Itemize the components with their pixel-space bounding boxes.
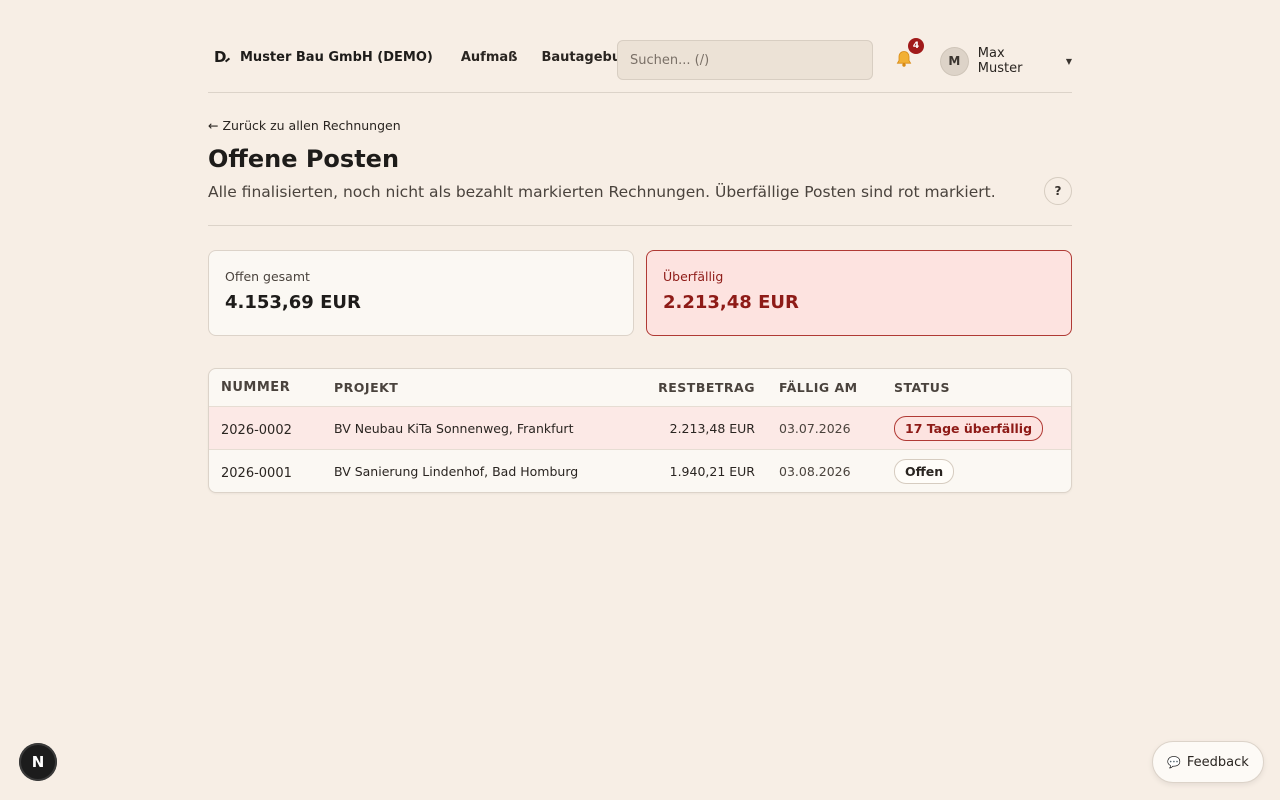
invoice-project: BV Sanierung Lindenhof, Bad Homburg xyxy=(334,463,579,479)
invoice-status: 17 Tage überfällig xyxy=(894,407,1044,449)
column-header-status: STATUS xyxy=(894,380,950,395)
user-menu[interactable]: M Max Muster ▼ xyxy=(940,46,1072,76)
invoice-amount: 2.213,48 EUR xyxy=(669,420,755,436)
table-row[interactable]: 2026-0002 BV Neubau KiTa Sonnenweg, Fran… xyxy=(209,406,1071,449)
nav-item-aufmass[interactable]: Aufmaß xyxy=(461,50,518,65)
column-header-due: FÄLLIG AM xyxy=(779,380,858,395)
search-input[interactable] xyxy=(617,40,873,80)
open-total-label: Offen gesamt xyxy=(225,269,310,284)
dev-tools-button[interactable]: N xyxy=(19,743,57,781)
table-header-row: NUMMER PROJEKT RESTBETRAG FÄLLIG AM STAT… xyxy=(209,369,1071,406)
page-subtitle: Alle finalisierten, noch nicht als bezah… xyxy=(208,183,996,201)
table-row[interactable]: 2026-0001 BV Sanierung Lindenhof, Bad Ho… xyxy=(209,449,1071,492)
page-title: Offene Posten xyxy=(208,145,400,173)
column-header-project: PROJEKT xyxy=(334,380,399,395)
top-header: D Muster Bau GmbH (DEMO) Aufmaß Bautageb… xyxy=(208,28,1072,93)
back-link[interactable]: ← Zurück zu allen Rechnungen xyxy=(208,118,401,133)
chevron-down-icon: ▼ xyxy=(1065,56,1072,66)
column-header-amount: RESTBETRAG xyxy=(658,380,755,395)
overdue-total-value: 2.213,48 EUR xyxy=(663,292,799,313)
status-badge-overdue: 17 Tage überfällig xyxy=(894,415,1044,441)
invoice-due-date: 03.07.2026 xyxy=(779,420,851,436)
user-name: Max Muster xyxy=(977,46,1023,76)
invoice-project: BV Neubau KiTa Sonnenweg, Frankfurt xyxy=(334,420,574,436)
invoice-status: Offen xyxy=(894,450,955,492)
status-badge-open: Offen xyxy=(894,458,955,484)
feedback-label: Feedback xyxy=(1186,754,1249,770)
overdue-total-card: Überfällig 2.213,48 EUR xyxy=(646,250,1072,336)
invoice-amount: 1.940,21 EUR xyxy=(669,463,755,479)
invoice-number: 2026-0001 xyxy=(221,465,292,481)
page-root: D Muster Bau GmbH (DEMO) Aufmaß Bautageb… xyxy=(0,0,1280,800)
brand-logo: D xyxy=(208,45,232,69)
invoice-due-date: 03.08.2026 xyxy=(779,463,851,479)
open-total-value: 4.153,69 EUR xyxy=(225,292,361,313)
avatar: M xyxy=(940,46,969,76)
overdue-total-label: Überfällig xyxy=(663,269,724,284)
invoices-table: NUMMER PROJEKT RESTBETRAG FÄLLIG AM STAT… xyxy=(208,368,1072,493)
speech-bubble-icon: 💬 xyxy=(1167,755,1181,769)
brand[interactable]: D Muster Bau GmbH (DEMO) xyxy=(208,45,433,69)
invoice-number: 2026-0002 xyxy=(221,422,292,438)
divider xyxy=(208,225,1072,226)
brand-logo-letter: D xyxy=(214,48,227,66)
feedback-button[interactable]: 💬 Feedback xyxy=(1152,741,1264,783)
notification-badge: 4 xyxy=(908,38,924,54)
help-button[interactable]: ? xyxy=(1044,177,1072,205)
company-name: Muster Bau GmbH (DEMO) xyxy=(240,49,433,65)
column-header-number: NUMMER xyxy=(221,380,291,395)
main-nav: Aufmaß Bautagebuch xyxy=(461,50,638,65)
open-total-card: Offen gesamt 4.153,69 EUR xyxy=(208,250,634,336)
